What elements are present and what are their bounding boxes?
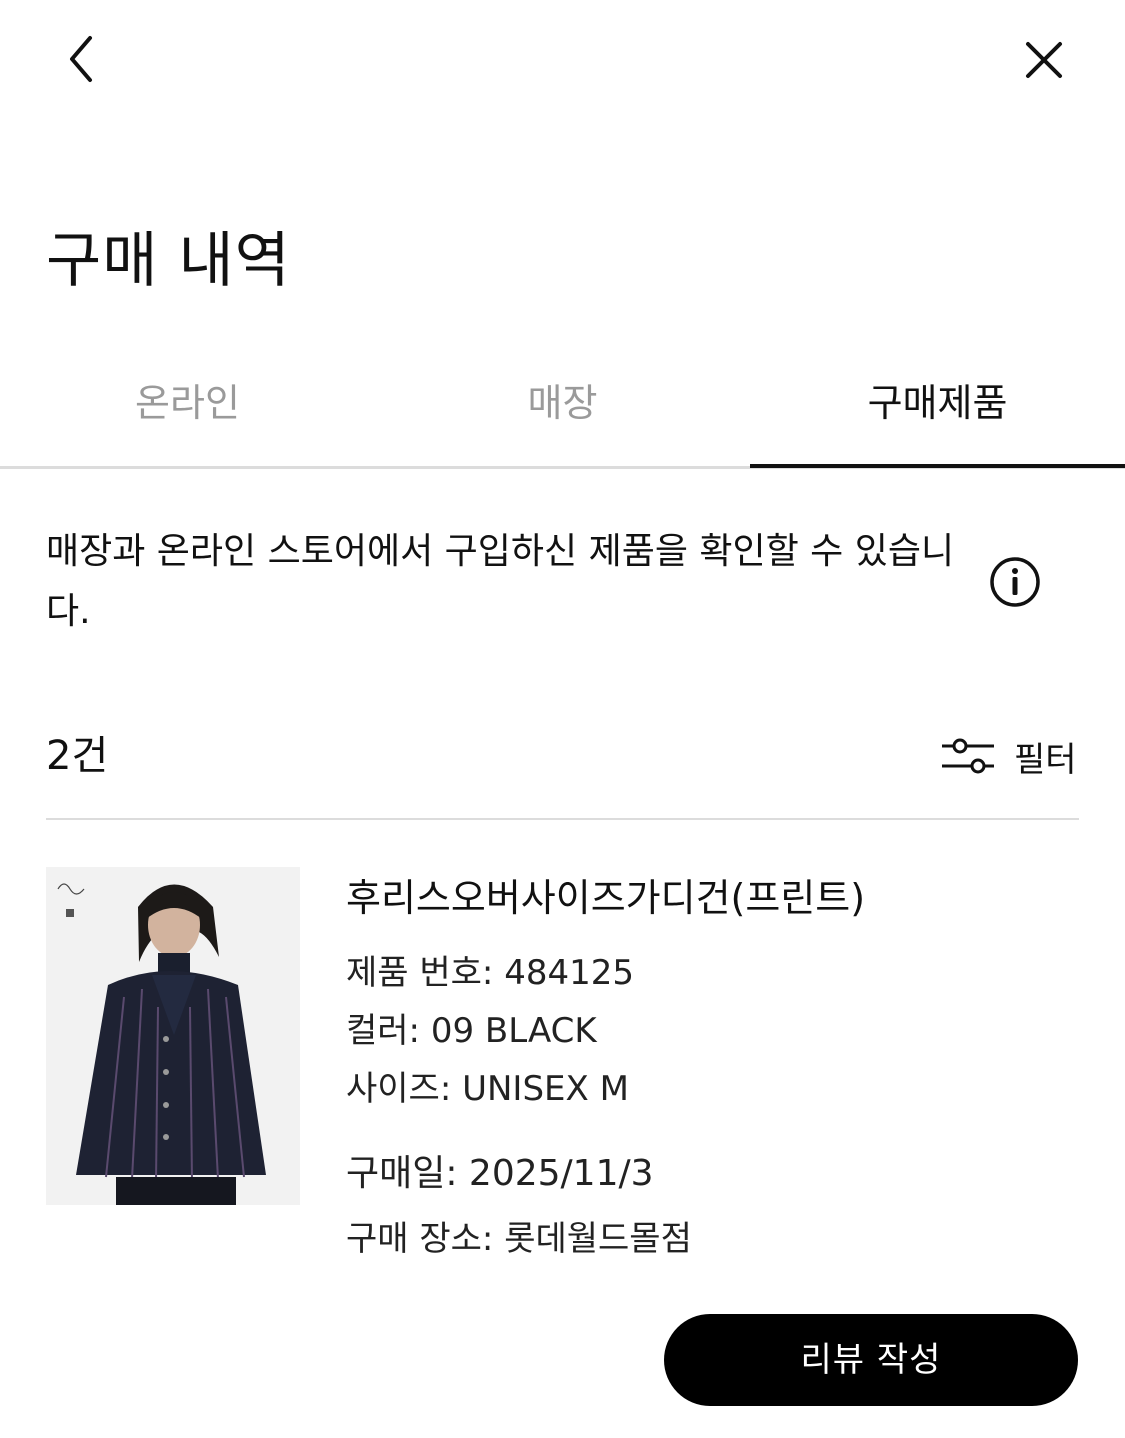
close-button[interactable] bbox=[1020, 36, 1068, 84]
filter-button[interactable]: 필터 bbox=[940, 728, 1077, 784]
back-button[interactable] bbox=[58, 32, 104, 86]
product-number: 제품 번호: 484125 bbox=[346, 953, 634, 993]
close-icon bbox=[1026, 42, 1062, 78]
active-tab-indicator bbox=[750, 464, 1125, 468]
result-count: 2건 bbox=[46, 733, 109, 779]
chevron-left-icon bbox=[70, 36, 92, 82]
purchase-date: 구매일: 2025/11/3 bbox=[346, 1153, 654, 1194]
purchase-place: 구매 장소: 롯데월드몰점 bbox=[346, 1219, 692, 1259]
product-color: 컬러: 09 BLACK bbox=[346, 1011, 597, 1051]
write-review-button[interactable]: 리뷰 작성 bbox=[664, 1314, 1078, 1406]
notice-text: 매장과 온라인 스토어에서 구입하신 제품을 확인할 수 있습니다. bbox=[46, 531, 955, 632]
info-button[interactable] bbox=[988, 555, 1042, 609]
tab-online[interactable]: 온라인 bbox=[0, 360, 375, 466]
tab-store[interactable]: 매장 bbox=[375, 360, 750, 466]
list-divider bbox=[46, 818, 1079, 820]
sliders-icon bbox=[942, 738, 994, 774]
product-name[interactable]: 후리스오버사이즈가디건(프린트) bbox=[346, 872, 865, 924]
tab-purchased-products[interactable]: 구매제품 bbox=[750, 360, 1125, 466]
product-image[interactable] bbox=[46, 867, 300, 1205]
tab-bar: 온라인 매장 구매제품 bbox=[0, 360, 1125, 470]
product-size: 사이즈: UNISEX M bbox=[346, 1069, 629, 1109]
page-title: 구매 내역 bbox=[46, 226, 291, 296]
info-icon bbox=[990, 557, 1040, 607]
filter-label: 필터 bbox=[1014, 739, 1077, 780]
